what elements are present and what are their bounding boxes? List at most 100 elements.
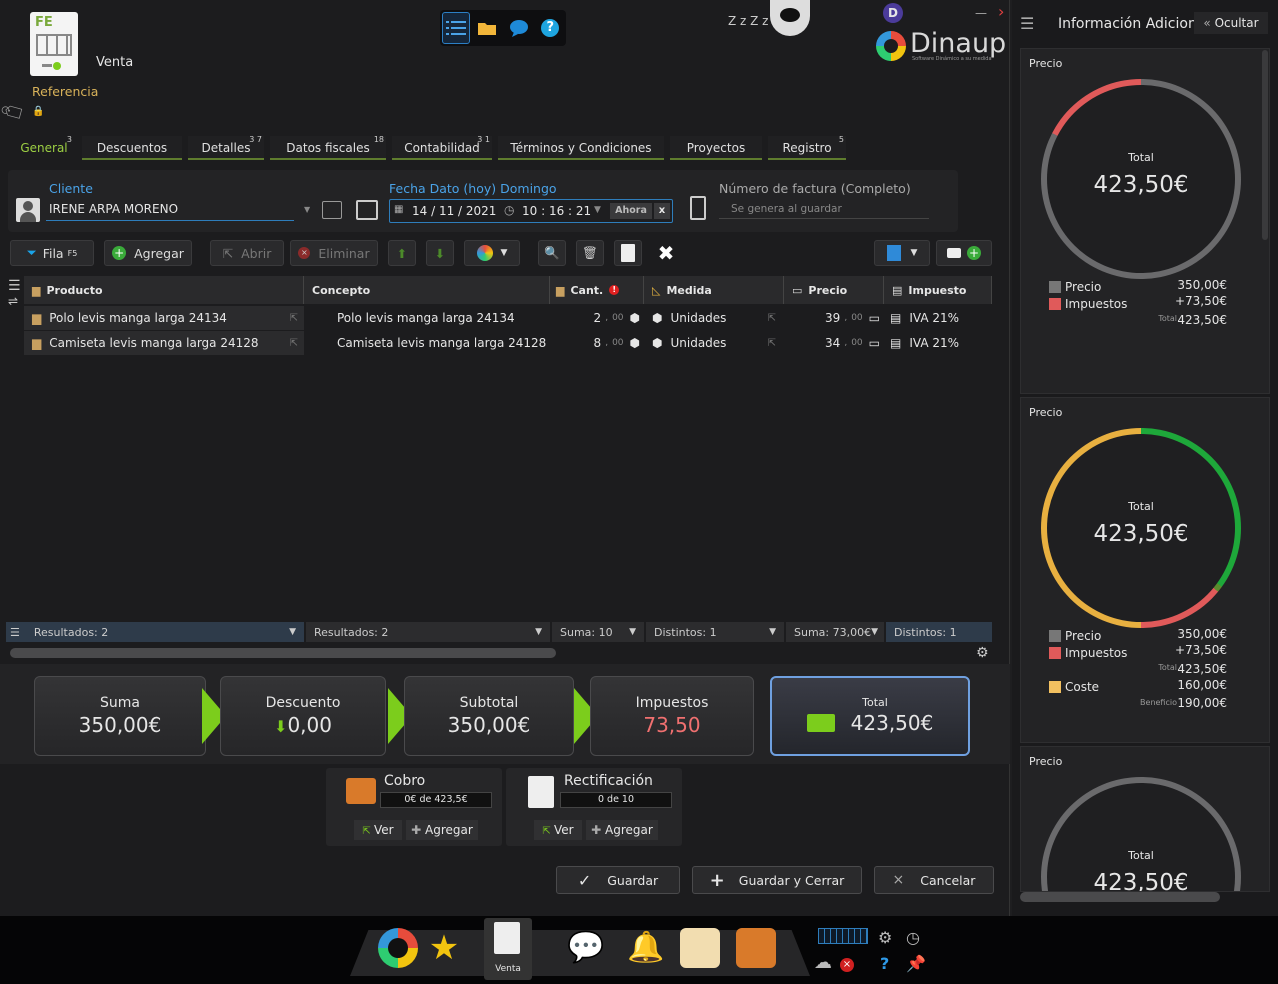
tab-terminos[interactable]: Términos y Condiciones — [498, 136, 664, 160]
tab-descuentos[interactable]: Descuentos — [82, 136, 182, 160]
header-product[interactable]: ▆ Producto — [24, 276, 304, 304]
settings-icon[interactable]: ⚙ — [976, 645, 989, 661]
measure-cell[interactable]: ⬢ Unidades ⇱ — [652, 331, 782, 355]
expand-icon[interactable]: ✖ — [652, 240, 680, 266]
header-tax[interactable]: ▤ Impuesto — [884, 276, 992, 304]
save-button[interactable]: ✓ Guardar — [556, 866, 680, 894]
cobro-add-button[interactable]: ✚ Agregar — [406, 820, 478, 840]
add-row-button[interactable]: ⏷ Fila F5 — [10, 240, 94, 266]
client-field[interactable]: IRENE ARPA MORENO — [46, 199, 294, 221]
grid-split-icon[interactable]: ⇌ — [8, 294, 18, 308]
label-add-icon[interactable]: + — [936, 240, 992, 266]
tab-datos-fiscales[interactable]: Datos fiscales 18 — [270, 135, 386, 160]
folder-icon[interactable] — [474, 12, 501, 44]
tab-proyectos[interactable]: Proyectos — [670, 136, 762, 160]
now-button[interactable]: Ahora — [610, 203, 652, 219]
user-avatar[interactable]: D — [883, 3, 903, 23]
clear-date-button[interactable]: x — [654, 203, 670, 219]
network-graph-icon[interactable] — [818, 928, 868, 944]
date-time-field[interactable]: ▦ 14 / 11 / 2021 ◷ 10 : 16 : 21 ▼ Ahora … — [389, 199, 673, 223]
list-view-icon[interactable] — [442, 12, 470, 44]
invoice-number-field[interactable]: Se genera al guardar — [719, 199, 929, 219]
footer-results-product[interactable]: ☰ Resultados: 2 ▼ — [6, 622, 304, 642]
add-button[interactable]: + Agregar — [104, 240, 192, 266]
client-dropdown-icon[interactable]: ▼ — [304, 205, 310, 214]
grid-menu-icon[interactable]: ☰ — [8, 278, 21, 294]
calendar-icon[interactable] — [356, 200, 378, 220]
move-down-icon[interactable]: ⬇ — [426, 240, 454, 266]
time-value[interactable]: 10 : 16 : 21 — [522, 204, 591, 218]
footer-distinct-tax[interactable]: Distintos: 1 — [886, 622, 992, 642]
delete-button[interactable]: × Eliminar — [290, 240, 378, 266]
chat-bubbles-icon[interactable]: 💬 — [560, 928, 612, 968]
save-close-button[interactable]: + Guardar y Cerrar — [692, 866, 862, 894]
dinaup-app-icon[interactable] — [378, 928, 418, 968]
minimize-icon[interactable]: — — [975, 6, 987, 20]
price-cell[interactable]: 39, 00 ▭ — [784, 306, 880, 330]
footer-price-sum[interactable]: Suma: 73,00€ ▼ — [786, 622, 884, 642]
open-external-icon[interactable]: ⇱ — [768, 313, 776, 324]
open-button[interactable]: ⇱ Abrir — [210, 240, 284, 266]
header-concept[interactable]: Concepto — [304, 276, 550, 304]
hide-panel-button[interactable]: « Ocultar — [1194, 12, 1268, 34]
tax-cell[interactable]: ▤ IVA 21% — [890, 306, 990, 330]
client-open-icon[interactable] — [322, 201, 342, 219]
chat-icon[interactable] — [505, 12, 532, 44]
cobro-view-button[interactable]: ⇱ Ver — [354, 820, 402, 840]
document-menu-icon[interactable]: ▼ — [874, 240, 930, 266]
footer-results-concept[interactable]: Resultados: 2 ▼ — [306, 622, 550, 642]
tab-detalles[interactable]: Detalles 3 7 — [188, 135, 264, 160]
tab-registro[interactable]: Registro 5 — [768, 135, 846, 160]
error-icon[interactable]: × — [840, 958, 854, 972]
notes-icon[interactable] — [680, 928, 720, 968]
rectificacion-view-button[interactable]: ⇱ Ver — [534, 820, 582, 840]
help-icon[interactable]: ? — [880, 954, 889, 973]
open-external-icon[interactable]: ⇱ — [768, 338, 776, 349]
concept-cell[interactable]: Camiseta levis manga larga 24128 — [337, 331, 547, 355]
cancel-button[interactable]: × Cancelar — [874, 866, 994, 894]
measure-cell[interactable]: ⬢ Unidades ⇱ — [652, 306, 782, 330]
date-value[interactable]: 14 / 11 / 2021 — [412, 204, 496, 218]
qty-cell[interactable]: 8, 00 ⬢ — [550, 331, 640, 355]
rectificacion-add-button[interactable]: ✚ Agregar — [586, 820, 658, 840]
concept-cell[interactable]: Polo levis manga larga 24134 — [337, 306, 547, 330]
time-dropdown-icon[interactable]: ▼ — [594, 205, 601, 215]
trash-icon[interactable]: 🗑 — [576, 240, 604, 266]
tab-contabilidad[interactable]: Contabilidad 3 1 — [392, 135, 492, 160]
header-qty[interactable]: ▆ Cant.! — [550, 276, 644, 304]
tab-general[interactable]: General 3 — [14, 135, 74, 160]
open-external-icon[interactable]: ⇱ — [290, 313, 298, 324]
bell-icon[interactable]: 🔔 — [626, 928, 666, 968]
wallet-icon[interactable] — [736, 928, 776, 968]
qty-cell[interactable]: 2, 00 ⬢ — [550, 306, 640, 330]
footer-distinct-measure[interactable]: Distintos: 1 ▼ — [646, 622, 784, 642]
header-price[interactable]: ▭ Precio — [784, 276, 884, 304]
help-icon[interactable]: ? — [537, 12, 564, 44]
star-icon[interactable]: ★ — [424, 928, 464, 968]
price-cell[interactable]: 34, 00 ▭ — [784, 331, 880, 355]
active-app-venta[interactable]: Venta — [484, 918, 532, 980]
footer-qty-sum[interactable]: Suma: 10 ▼ — [552, 622, 644, 642]
tax-cell[interactable]: ▤ IVA 21% — [890, 331, 990, 355]
total-box[interactable]: Total 423,50€ — [770, 676, 970, 756]
panel-horizontal-scrollbar[interactable] — [1020, 892, 1220, 902]
close-icon[interactable]: › — [998, 2, 1004, 21]
boxes-icon: ⬢ — [652, 336, 663, 350]
search-icon[interactable]: 🔍 — [538, 240, 566, 266]
panel-vertical-scrollbar[interactable] — [1262, 50, 1268, 240]
open-external-icon[interactable]: ⇱ — [290, 338, 298, 349]
table-row[interactable]: ▆ Camiseta levis manga larga 24128 ⇱ — [24, 331, 304, 355]
copy-document-icon[interactable] — [614, 240, 642, 266]
cloud-icon[interactable]: ☁ — [814, 952, 832, 973]
reference-label[interactable]: Referencia — [32, 84, 98, 99]
header-measure[interactable]: ◺ Medida — [644, 276, 784, 304]
table-row[interactable]: ▆ Polo levis manga larga 24134 ⇱ — [24, 306, 304, 330]
horizontal-scrollbar[interactable] — [10, 648, 556, 658]
history-icon[interactable]: ◷ — [906, 928, 920, 947]
pin-icon[interactable]: 📌 — [906, 954, 926, 973]
color-picker-icon[interactable]: ▼ — [464, 240, 520, 266]
gear-icon[interactable]: ⚙ — [878, 928, 892, 947]
panel-menu-icon[interactable]: ☰ — [1020, 14, 1034, 33]
move-up-icon[interactable]: ⬆ — [388, 240, 416, 266]
precio-value: 350,00€ — [1177, 627, 1227, 641]
